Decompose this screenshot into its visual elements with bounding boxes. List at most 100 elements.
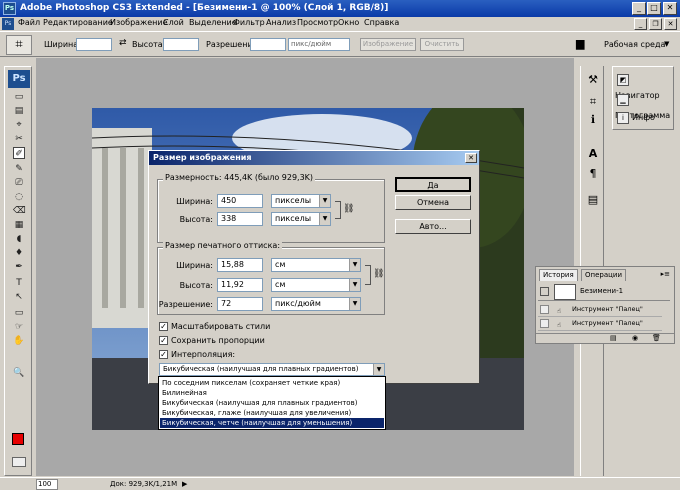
front-image-button[interactable]: Изображение bbox=[360, 38, 416, 51]
doc-restore-button[interactable]: ❐ bbox=[649, 18, 662, 30]
dodge-tool-icon[interactable]: T bbox=[13, 277, 25, 289]
resolution-input[interactable]: 72 bbox=[217, 297, 263, 311]
type-tool-icon[interactable]: ▭ bbox=[13, 307, 25, 319]
tools-panel-icon[interactable]: ⚒ bbox=[585, 72, 601, 88]
close-button[interactable]: ✕ bbox=[663, 2, 677, 15]
pixel-width-unit-select[interactable]: пикселы ▼ bbox=[271, 194, 331, 208]
list-item[interactable]: Бикубическая, глаже (наилучшая для увели… bbox=[160, 408, 384, 418]
menu-image[interactable]: Изображение bbox=[110, 18, 168, 27]
window-title-bar[interactable]: Ps Adobe Photoshop CS3 Extended - [Безим… bbox=[0, 0, 680, 17]
print-height-input[interactable]: 11,92 bbox=[217, 278, 263, 292]
chevron-down-icon[interactable]: ▼ bbox=[349, 279, 360, 291]
healing-brush-icon[interactable]: ⎚ bbox=[13, 177, 25, 189]
print-width-unit-select[interactable]: см ▼ bbox=[271, 258, 361, 272]
pen-tool-icon[interactable]: ↖ bbox=[13, 291, 25, 303]
doc-minimize-button[interactable]: _ bbox=[634, 18, 647, 30]
panel-menu-icon[interactable]: ▸≡ bbox=[661, 270, 670, 278]
list-item[interactable]: По соседним пикселам (сохраняет четкие к… bbox=[160, 378, 384, 388]
quick-mask-icon[interactable] bbox=[12, 457, 26, 467]
history-checkbox[interactable] bbox=[540, 319, 549, 328]
list-item-selected[interactable]: Бикубическая, четче (наилучшая для умень… bbox=[160, 418, 384, 428]
menu-file[interactable]: Файл bbox=[18, 18, 40, 27]
history-brush-icon[interactable]: ▦ bbox=[13, 219, 25, 231]
resolution-unit-select[interactable]: пикс/дюйм bbox=[288, 38, 350, 51]
cancel-button[interactable]: Отмена bbox=[395, 195, 471, 210]
print-width-input[interactable]: 15,88 bbox=[217, 258, 263, 272]
menu-help[interactable]: Справка bbox=[364, 18, 399, 27]
navigator-tab[interactable]: ◩Навигатор bbox=[615, 72, 673, 100]
clear-button[interactable]: Очистить bbox=[420, 38, 464, 51]
marquee-tool-icon[interactable]: ▤ bbox=[13, 105, 25, 117]
lasso-tool-icon[interactable]: ⌖ bbox=[13, 119, 25, 131]
width-field[interactable] bbox=[76, 38, 112, 51]
print-height-unit-select[interactable]: см ▼ bbox=[271, 278, 361, 292]
foreground-color-swatch[interactable] bbox=[12, 433, 24, 445]
blur-tool-icon[interactable]: ✒ bbox=[13, 261, 25, 273]
history-state[interactable]: ☝ Инструмент "Палец" bbox=[538, 317, 662, 331]
chevron-down-icon[interactable]: ▼ bbox=[319, 195, 330, 207]
pixel-width-input[interactable]: 450 bbox=[217, 194, 263, 208]
menu-select[interactable]: Выделение bbox=[189, 18, 237, 27]
pixel-height-unit-select[interactable]: пикселы ▼ bbox=[271, 212, 331, 226]
crop-tool-icon[interactable]: ✐ bbox=[13, 147, 25, 159]
histogram-panel-icon[interactable]: ⌗ bbox=[585, 94, 601, 110]
notes-panel-icon[interactable]: ▤ bbox=[585, 192, 601, 208]
constrain-proportions-checkbox[interactable]: ✓ Сохранить пропорции bbox=[159, 335, 265, 347]
dialog-title[interactable]: Размер изображения bbox=[149, 151, 479, 165]
shape-tool-icon[interactable]: ✋ bbox=[13, 335, 25, 347]
dialog-close-button[interactable]: ✕ bbox=[465, 153, 477, 163]
brush-source-icon[interactable] bbox=[540, 287, 549, 296]
list-item[interactable]: Билинейная bbox=[160, 388, 384, 398]
histogram-tab[interactable]: ▁Гистограмма bbox=[615, 92, 673, 120]
clone-stamp-icon[interactable]: ⌫ bbox=[13, 205, 26, 217]
resolution-unit-select[interactable]: пикс/дюйм ▼ bbox=[271, 297, 361, 311]
scale-styles-checkbox[interactable]: ✓ Масштабировать стили bbox=[159, 321, 270, 333]
minimize-button[interactable]: _ bbox=[632, 2, 646, 15]
chevron-down-icon[interactable]: ▼ bbox=[349, 298, 360, 310]
menu-window[interactable]: Окно bbox=[338, 18, 359, 27]
paragraph-panel-icon[interactable]: ¶ bbox=[585, 166, 601, 182]
list-item[interactable]: Бикубическая (наилучшая для плавных град… bbox=[160, 398, 384, 408]
document-size-info[interactable]: Док: 929,3K/1,21M bbox=[110, 480, 177, 488]
history-checkbox[interactable] bbox=[540, 305, 549, 314]
info-tab[interactable]: i Инфо bbox=[615, 110, 673, 126]
slice-tool-icon[interactable]: ✎ bbox=[13, 163, 25, 175]
gradient-tool-icon[interactable]: ♦ bbox=[13, 247, 25, 259]
menu-filter[interactable]: Фильтр bbox=[233, 18, 265, 27]
brush-tool-icon[interactable]: ◌ bbox=[13, 191, 25, 203]
move-tool-icon[interactable]: ▭ bbox=[13, 91, 25, 103]
auto-button[interactable]: Авто... bbox=[395, 219, 471, 234]
eraser-tool-icon[interactable]: ◖ bbox=[13, 233, 25, 245]
height-field[interactable] bbox=[163, 38, 199, 51]
trash-icon[interactable]: 🗑 bbox=[652, 334, 661, 342]
chevron-down-icon[interactable]: ▼ bbox=[319, 213, 330, 225]
history-state[interactable]: ☝ Инструмент "Палец" bbox=[538, 303, 662, 317]
menu-edit[interactable]: Редактирование bbox=[43, 18, 113, 27]
zoom-tool-icon[interactable] bbox=[13, 381, 25, 393]
chevron-down-icon[interactable]: ▼ bbox=[664, 40, 669, 48]
resolution-field[interactable] bbox=[250, 38, 286, 51]
magic-wand-tool-icon[interactable]: ✂ bbox=[13, 133, 25, 145]
path-selection-tool-icon[interactable]: ☞ bbox=[13, 321, 25, 333]
tab-actions[interactable]: Операции bbox=[581, 269, 626, 281]
crop-tool-preset-icon[interactable]: ⌗ bbox=[6, 35, 32, 55]
resample-method-select[interactable]: Бикубическая (наилучшая для плавных град… bbox=[159, 363, 385, 376]
pixel-height-input[interactable]: 338 bbox=[217, 212, 263, 226]
resample-checkbox[interactable]: ✓ Интерполяция: bbox=[159, 349, 235, 361]
maximize-button[interactable]: □ bbox=[647, 2, 661, 15]
menu-layer[interactable]: Слой bbox=[163, 18, 184, 27]
chevron-down-icon[interactable]: ▼ bbox=[349, 259, 360, 271]
tab-history[interactable]: История bbox=[539, 269, 578, 281]
snapshot-icon[interactable]: ◉ bbox=[632, 334, 638, 342]
menu-analysis[interactable]: Анализ bbox=[266, 18, 296, 27]
info-panel-icon[interactable]: ℹ bbox=[585, 112, 601, 128]
zoom-field[interactable]: 100 % bbox=[36, 479, 58, 490]
swap-icon[interactable]: ⇄ bbox=[119, 38, 127, 48]
new-document-icon[interactable]: ▤ bbox=[610, 334, 617, 342]
chevron-down-icon[interactable]: ▼ bbox=[373, 364, 384, 375]
menu-view[interactable]: Просмотр bbox=[297, 18, 338, 27]
character-panel-icon[interactable]: A bbox=[585, 146, 601, 162]
history-snapshot[interactable]: Безимени-1 bbox=[538, 283, 670, 301]
hand-tool-icon[interactable]: 🔍 bbox=[13, 367, 25, 379]
document-icon[interactable]: Ps bbox=[2, 18, 14, 30]
